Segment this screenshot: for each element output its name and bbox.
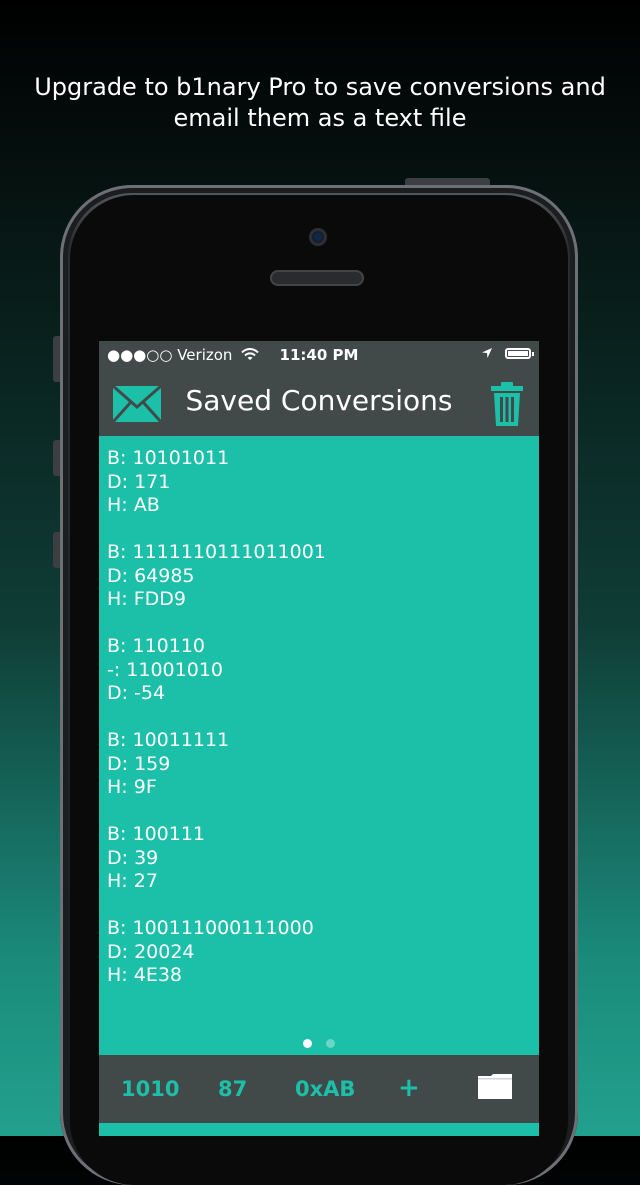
mail-icon[interactable] [112,385,162,423]
entry-line: H: FDD9 [107,588,187,610]
entry-line: H: 9F [107,776,157,798]
front-camera-icon [309,228,327,246]
page-indicator[interactable] [99,1039,539,1048]
list-item[interactable]: B: 110110 -: 11001010 D: -54 [107,635,527,706]
list-item[interactable]: B: 10101011 D: 171 H: AB [107,447,527,518]
list-item[interactable]: B: 10011111 D: 159 H: 9F [107,729,527,800]
list-item[interactable]: B: 1111110111011001 D: 64985 H: FDD9 [107,541,527,612]
tab-binary[interactable]: 1010 [121,1077,179,1101]
entry-line: D: 20024 [107,940,195,963]
page-dot[interactable] [326,1039,335,1048]
tab-add[interactable]: + [398,1073,420,1103]
entry-line: B: 10101011 [107,447,230,469]
trash-icon[interactable] [489,381,525,427]
entry-line: B: 100111 [107,823,206,845]
promo-text: Upgrade to b1nary Pro to save conversion… [0,72,640,134]
entry-line: H: 27 [107,870,158,892]
status-bar: ●●●○○ Verizon 11:40 PM [99,341,539,369]
entry-line: B: 10011111 [107,729,230,751]
entry-line: D: -54 [107,682,166,704]
page-dot-active[interactable] [303,1039,312,1048]
entry-line: -: 11001010 [107,658,224,681]
folder-icon[interactable] [477,1073,513,1100]
page-title: Saved Conversions [185,384,453,417]
entry-line: D: 171 [107,470,171,493]
list-item[interactable]: B: 100111 D: 39 H: 27 [107,823,527,894]
entry-line: D: 39 [107,846,159,869]
promo-line-1: Upgrade to b1nary Pro to save conversion… [34,73,606,101]
navigation-bar: Saved Conversions [99,369,539,436]
status-right-icons [481,347,534,359]
entry-line: D: 159 [107,752,171,775]
entry-line: B: 1111110111011001 [107,541,326,563]
tab-decimal[interactable]: 87 [218,1077,247,1101]
location-arrow-icon [482,348,492,358]
entry-line: H: 4E38 [107,964,182,986]
saved-conversions-list: B: 10101011 D: 171 H: AB B: 111111011101… [107,447,527,1011]
list-item[interactable]: B: 100111000111000 D: 20024 H: 4E38 [107,917,527,988]
entry-line: B: 100111000111000 [107,917,314,939]
entry-line: D: 64985 [107,564,195,587]
entry-line: B: 110110 [107,635,206,657]
earpiece-speaker [270,270,364,286]
tab-hex[interactable]: 0xAB [295,1077,355,1101]
battery-icon [505,347,534,359]
entry-line: H: AB [107,494,160,516]
tab-bar: 1010 87 0xAB + [99,1055,539,1123]
status-time: 11:40 PM [279,346,359,364]
promo-line-2: email them as a text file [173,104,467,132]
app-screen: ●●●○○ Verizon 11:40 PM Saved Conversions [99,341,539,1136]
